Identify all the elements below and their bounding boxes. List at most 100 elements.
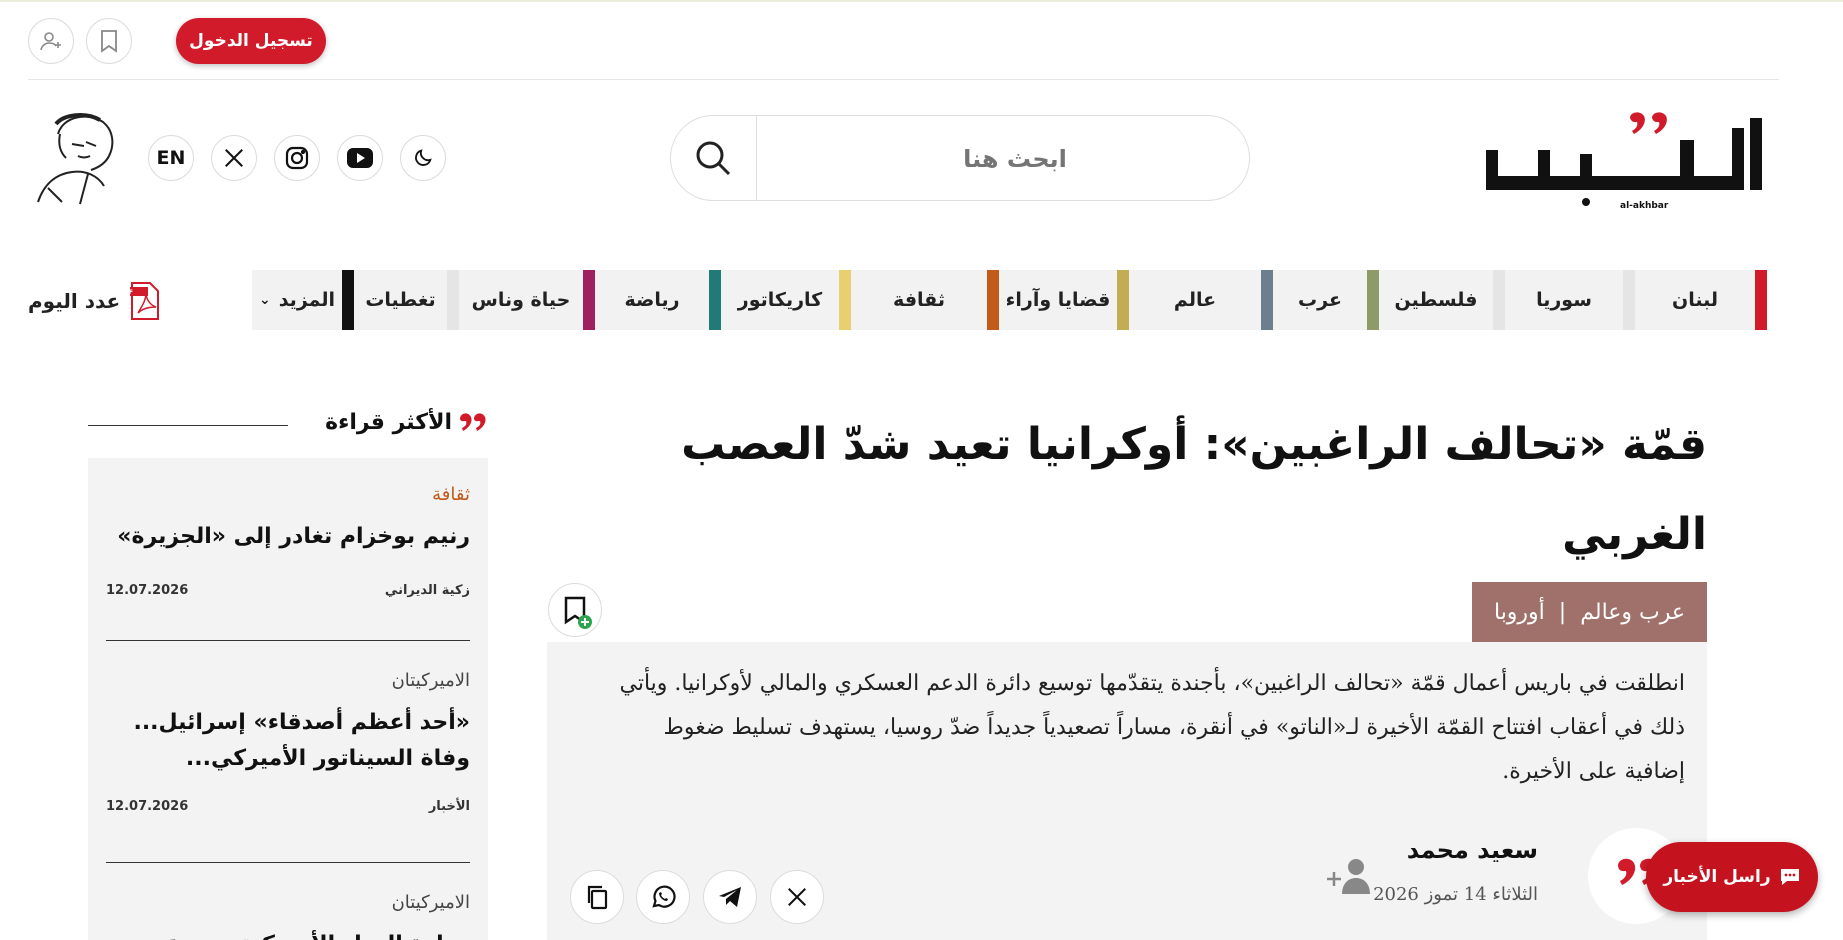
nav-item-label: رياضة xyxy=(624,289,680,311)
list-divider xyxy=(106,862,470,863)
most-read-sidebar: الأكثر قراءة ثقافة رنيم بوخزام تغادر إلى… xyxy=(88,400,488,940)
nav-item-7[interactable]: ثقافة xyxy=(851,270,999,330)
nav-item-11[interactable]: تغطيات xyxy=(354,270,459,330)
nav-item-4[interactable]: عرب xyxy=(1273,270,1379,330)
author-name[interactable]: سعيد محمد xyxy=(1407,836,1538,864)
share-whatsapp-button[interactable] xyxy=(636,870,690,924)
nav-color-bar xyxy=(709,270,721,330)
nav-color-bar xyxy=(1755,270,1767,330)
nav-item-12[interactable]: المزيد ⌄ xyxy=(252,270,354,330)
nav-item-label: سوريا xyxy=(1536,289,1592,311)
nav-item-label: ثقافة xyxy=(893,289,945,311)
item-author[interactable]: الأخبار xyxy=(429,799,470,814)
nav-color-bar xyxy=(583,270,595,330)
most-read-label: الأكثر قراءة xyxy=(325,410,452,435)
nav-item-label: قضايا وآراء xyxy=(1005,289,1111,311)
nav-item-6[interactable]: قضايا وآراء xyxy=(999,270,1129,330)
contact-label: راسل الأخبار xyxy=(1663,867,1771,887)
nav-item-label: عالم xyxy=(1173,289,1217,311)
nav-item-label: تغطيات xyxy=(365,289,436,311)
search-divider xyxy=(756,116,757,200)
tag-subsection[interactable]: أوروبا xyxy=(1494,600,1545,625)
share-x-button[interactable] xyxy=(770,870,824,924)
most-read-title: الأكثر قراءة xyxy=(325,410,488,435)
list-item[interactable]: الاميركيتان وزارة العدل الأميركية تستدعي… xyxy=(106,892,470,940)
list-item[interactable]: الاميركيتان «أحد أعظم أصدقاء» إسرائيل...… xyxy=(106,670,470,814)
list-divider xyxy=(106,640,470,641)
search-icon[interactable] xyxy=(693,138,733,178)
x-twitter-icon[interactable] xyxy=(211,135,257,181)
svg-text:al-akhbar: al-akhbar xyxy=(1620,201,1669,210)
item-meta: الأخبار 12.07.2026 xyxy=(106,799,470,814)
most-read-header: الأكثر قراءة xyxy=(88,400,488,450)
contact-akhbar-button[interactable]: راسل الأخبار xyxy=(1646,842,1818,912)
nav-item-3[interactable]: فلسطين xyxy=(1379,270,1505,330)
copy-icon xyxy=(587,885,608,910)
nav-item-label: لبنان xyxy=(1672,289,1718,311)
caricature-illustration xyxy=(37,113,114,205)
nav-item-1[interactable]: لبنان xyxy=(1635,270,1767,330)
nav-color-bar xyxy=(447,270,459,330)
item-date: 12.07.2026 xyxy=(106,583,189,598)
article-summary: انطلقت في باريس أعمال قمّة «تحالف الراغب… xyxy=(619,671,1686,784)
chat-icon xyxy=(1780,869,1799,885)
add-user-icon[interactable] xyxy=(28,18,74,64)
item-headline[interactable]: رنيم بوخزام تغادر إلى «الجزيرة» xyxy=(106,519,470,555)
bookmark-add-icon xyxy=(564,596,592,629)
nav-color-bar xyxy=(839,270,851,330)
nav-item-2[interactable]: سوريا xyxy=(1505,270,1635,330)
nav-color-bar xyxy=(1261,270,1273,330)
follow-author-icon[interactable] xyxy=(1326,856,1378,896)
nav-item-5[interactable]: عالم xyxy=(1129,270,1273,330)
nav-item-9[interactable]: رياضة xyxy=(595,270,721,330)
al-akhbar-logo[interactable]: al-akhbar xyxy=(1470,110,1770,210)
article-title: قمّة «تحالف الراغبين»: أوكرانيا تعيد شدّ… xyxy=(681,419,1707,560)
item-meta: زكية الديراني 12.07.2026 xyxy=(106,583,470,598)
youtube-icon[interactable] xyxy=(337,135,383,181)
language-en-button[interactable]: EN xyxy=(148,135,194,181)
nav-color-bar xyxy=(342,270,354,330)
nav-color-bar xyxy=(1117,270,1129,330)
x-share-icon xyxy=(788,888,806,906)
item-category[interactable]: الاميركيتان xyxy=(106,670,470,691)
list-item[interactable]: ثقافة رنيم بوخزام تغادر إلى «الجزيرة» زك… xyxy=(106,484,470,598)
login-button[interactable]: تسجيل الدخول xyxy=(176,18,326,64)
today-issue-link[interactable]: PDF عدد اليوم xyxy=(28,278,160,324)
today-issue-label: عدد اليوم xyxy=(28,289,121,313)
share-telegram-button[interactable] xyxy=(703,870,757,924)
main-navigation: لبنان سوريا فلسطين عرب عالم قضايا وآراء ثقافة ك… xyxy=(202,270,1767,330)
top-bar: تسجيل الدخول xyxy=(28,0,1779,80)
nav-item-label: المزيد xyxy=(278,289,336,311)
most-read-rule xyxy=(88,425,288,426)
nav-color-bar xyxy=(1493,270,1505,330)
most-read-list: ثقافة رنيم بوخزام تغادر إلى «الجزيرة» زك… xyxy=(88,458,488,940)
bookmark-icon[interactable] xyxy=(86,18,132,64)
item-headline[interactable]: «أحد أعظم أصدقاء» إسرائيل... وفاة السينا… xyxy=(106,705,470,777)
tag-separator: | xyxy=(1558,599,1567,625)
article-tags: عرب وعالم | أوروبا xyxy=(1471,582,1707,642)
nav-item-label: كاريكاتور xyxy=(737,289,823,311)
nav-item-label: فلسطين xyxy=(1394,289,1478,311)
save-article-button[interactable] xyxy=(548,583,602,637)
chevron-down-icon: ⌄ xyxy=(258,292,271,308)
whatsapp-icon xyxy=(652,885,676,908)
article-date: الثلاثاء 14 تموز 2026 xyxy=(1373,884,1538,905)
item-headline[interactable]: وزارة العدل الأميركية تستدعي... xyxy=(106,927,470,940)
pdf-icon: PDF xyxy=(130,282,160,320)
copy-link-button[interactable] xyxy=(570,870,624,924)
nav-color-bar xyxy=(987,270,999,330)
item-category[interactable]: الاميركيتان xyxy=(106,892,470,913)
item-author[interactable]: زكية الديراني xyxy=(385,583,470,598)
nav-item-label: حياة وناس xyxy=(471,289,571,311)
dark-mode-icon[interactable] xyxy=(400,135,446,181)
search-box[interactable] xyxy=(670,115,1250,201)
item-category[interactable]: ثقافة xyxy=(106,484,470,505)
nav-item-8[interactable]: كاريكاتور xyxy=(721,270,851,330)
item-date: 12.07.2026 xyxy=(106,799,189,814)
search-input[interactable] xyxy=(805,134,1225,184)
nav-item-10[interactable]: حياة وناس xyxy=(459,270,595,330)
instagram-icon[interactable] xyxy=(274,135,320,181)
nav-item-label: عرب xyxy=(1298,289,1342,311)
tag-section[interactable]: عرب وعالم xyxy=(1580,600,1685,625)
nav-color-bar xyxy=(1623,270,1635,330)
